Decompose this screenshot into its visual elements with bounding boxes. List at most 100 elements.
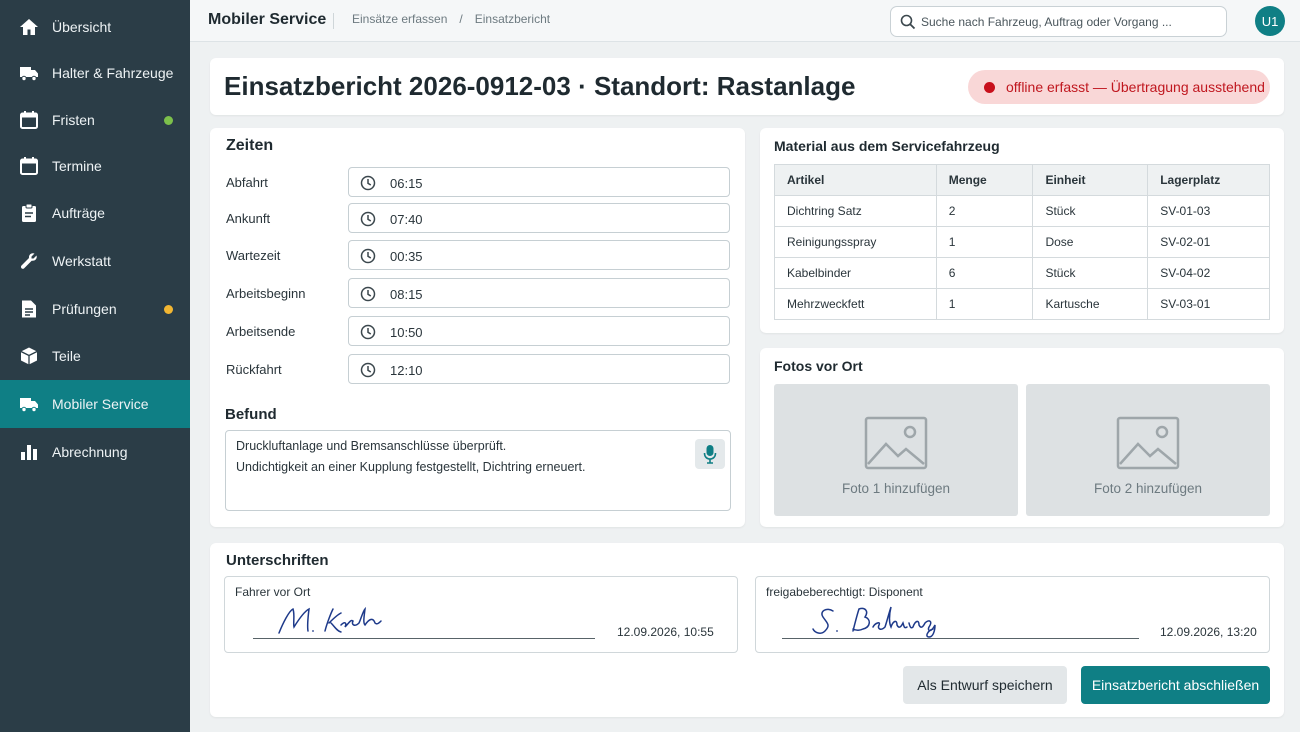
- truck-icon: [20, 398, 38, 413]
- search-icon: [900, 14, 916, 30]
- box-icon: [20, 347, 38, 365]
- table-row: Mehrzweckfett 1 Kartusche SV-03-01: [774, 288, 1270, 320]
- fotos-card: Fotos vor Ort Foto 1 hinzufügen Foto 2 h…: [760, 348, 1284, 527]
- time-field-wartezeit[interactable]: 00:35: [348, 240, 730, 270]
- time-label: Arbeitsbeginn: [226, 286, 306, 301]
- signature-drawing: [278, 606, 382, 634]
- photo-caption: Foto 2 hinzufügen: [1093, 481, 1203, 496]
- breadcrumb-separator: /: [459, 12, 463, 26]
- time-value: 08:15: [390, 287, 423, 302]
- truck-icon: [20, 67, 38, 82]
- status-dot: [164, 305, 173, 314]
- table-cell: Dose: [1032, 226, 1149, 258]
- material-table: Artikel Menge Einheit Lagerplatz Dichtri…: [774, 164, 1270, 320]
- save-draft-button[interactable]: Als Entwurf speichern: [903, 666, 1067, 704]
- wrench-icon: [20, 253, 37, 269]
- section-title-material: Material aus dem Servicefahrzeug: [774, 138, 1000, 154]
- sidebar-item-label: Halter & Fahrzeuge: [52, 65, 174, 81]
- table-row: Reinigungsspray 1 Dose SV-02-01: [774, 226, 1270, 258]
- sidebar-item-mobiler-service[interactable]: Mobiler Service: [0, 380, 190, 428]
- befund-textarea[interactable]: Druckluftanlage und Bremsanschlüsse über…: [225, 430, 731, 511]
- time-field-rueckfahrt[interactable]: 12:10: [348, 354, 730, 384]
- section-title-fotos: Fotos vor Ort: [774, 358, 863, 374]
- status-dot: [164, 116, 173, 125]
- table-cell: Mehrzweckfett: [774, 288, 937, 320]
- column-header: Lagerplatz: [1147, 164, 1270, 196]
- breadcrumb-item[interactable]: Einsätze erfassen: [352, 13, 447, 29]
- time-label: Wartezeit: [226, 248, 281, 263]
- image-placeholder-icon: [864, 416, 928, 470]
- sidebar-item-teile[interactable]: Teile: [0, 333, 190, 379]
- search-input[interactable]: [921, 8, 1221, 35]
- finish-report-button[interactable]: Einsatzbericht abschließen: [1081, 666, 1270, 704]
- signer-role: freigabeberechtigt: Disponent: [766, 585, 923, 599]
- table-row: Kabelbinder 6 Stück SV-04-02: [774, 257, 1270, 289]
- time-value: 00:35: [390, 249, 423, 264]
- sidebar-item-label: Teile: [52, 348, 81, 364]
- clock-icon: [360, 286, 376, 302]
- table-cell: 1: [935, 226, 1034, 258]
- table-cell: SV-03-01: [1147, 288, 1270, 320]
- sidebar-item-label: Prüfungen: [52, 301, 117, 317]
- time-value: 10:50: [390, 325, 423, 340]
- sidebar-item-pruefungen[interactable]: Prüfungen: [0, 286, 190, 332]
- table-cell: Kabelbinder: [774, 257, 937, 289]
- section-title-unterschriften: Unterschriften: [226, 552, 329, 569]
- calendar-icon: [20, 157, 38, 175]
- sidebar-item-halter-fahrzeuge[interactable]: Halter & Fahrzeuge: [0, 50, 190, 96]
- search-box[interactable]: [890, 6, 1227, 37]
- zeiten-card: Zeiten Abfahrt 06:15 Ankunft 07:40 Warte…: [210, 128, 745, 527]
- time-value: 07:40: [390, 212, 423, 227]
- sidebar-item-label: Werkstatt: [52, 253, 111, 269]
- sidebar: Übersicht Halter & Fahrzeuge Fristen Ter…: [0, 0, 190, 732]
- sidebar-item-label: Fristen: [52, 112, 95, 128]
- sidebar-item-werkstatt[interactable]: Werkstatt: [0, 238, 190, 284]
- signer-role: Fahrer vor Ort: [235, 585, 311, 599]
- time-field-arbeitsende[interactable]: 10:50: [348, 316, 730, 346]
- time-field-ankunft[interactable]: 07:40: [348, 203, 730, 233]
- time-field-arbeitsbeginn[interactable]: 08:15: [348, 278, 730, 308]
- photo-caption: Foto 1 hinzufügen: [841, 481, 951, 496]
- microphone-icon: [703, 445, 717, 464]
- table-cell: Stück: [1032, 195, 1149, 227]
- column-header: Einheit: [1032, 164, 1149, 196]
- table-cell: Reinigungsspray: [774, 226, 937, 258]
- time-field-abfahrt[interactable]: 06:15: [348, 167, 730, 197]
- sidebar-item-label: Abrechnung: [52, 444, 128, 460]
- app-title: Mobiler Service: [208, 11, 327, 28]
- photo-slot-1[interactable]: Foto 1 hinzufügen: [774, 384, 1018, 516]
- table-header-row: Artikel Menge Einheit Lagerplatz: [774, 164, 1270, 196]
- dictation-button[interactable]: [695, 439, 725, 469]
- column-header: Menge: [935, 164, 1034, 196]
- time-label: Abfahrt: [226, 175, 268, 190]
- signature-timestamp: 12.09.2026, 10:55: [617, 625, 714, 639]
- clock-icon: [360, 324, 376, 340]
- sidebar-item-termine[interactable]: Termine: [0, 143, 190, 189]
- table-cell: Stück: [1032, 257, 1149, 289]
- table-cell: 1: [935, 288, 1034, 320]
- section-title-befund: Befund: [225, 406, 277, 423]
- home-icon: [20, 19, 38, 35]
- time-value: 12:10: [390, 363, 423, 378]
- report-header: Einsatzbericht 2026-0912-03 · Standort: …: [210, 58, 1284, 115]
- signature-field-disponent[interactable]: freigabeberechtigt: Disponent 12.09.2026…: [755, 576, 1270, 653]
- sidebar-item-label: Termine: [52, 158, 102, 174]
- clock-icon: [360, 362, 376, 378]
- clock-icon: [360, 248, 376, 264]
- sidebar-item-label: Übersicht: [52, 19, 112, 35]
- signature-line: [782, 638, 1139, 639]
- photo-slot-2[interactable]: Foto 2 hinzufügen: [1026, 384, 1270, 516]
- sidebar-item-fristen[interactable]: Fristen: [0, 97, 190, 143]
- befund-line: Undichtigkeit an einer Kupplung festgest…: [236, 460, 586, 474]
- signature-field-fahrer[interactable]: Fahrer vor Ort 12.09.2026, 10:55: [224, 576, 738, 653]
- sidebar-item-label: Aufträge: [52, 205, 105, 221]
- avatar[interactable]: U1: [1255, 6, 1285, 36]
- sidebar-item-abrechnung[interactable]: Abrechnung: [0, 429, 190, 475]
- status-badge: offline erfasst — Übertragung ausstehend: [968, 70, 1270, 104]
- offline-dot-icon: [984, 81, 995, 93]
- sidebar-item-auftraege[interactable]: Aufträge: [0, 190, 190, 236]
- sidebar-item-uebersicht[interactable]: Übersicht: [0, 4, 190, 50]
- time-label: Rückfahrt: [226, 362, 282, 377]
- befund-line: Druckluftanlage und Bremsanschlüsse über…: [236, 439, 507, 453]
- section-title-zeiten: Zeiten: [226, 137, 274, 154]
